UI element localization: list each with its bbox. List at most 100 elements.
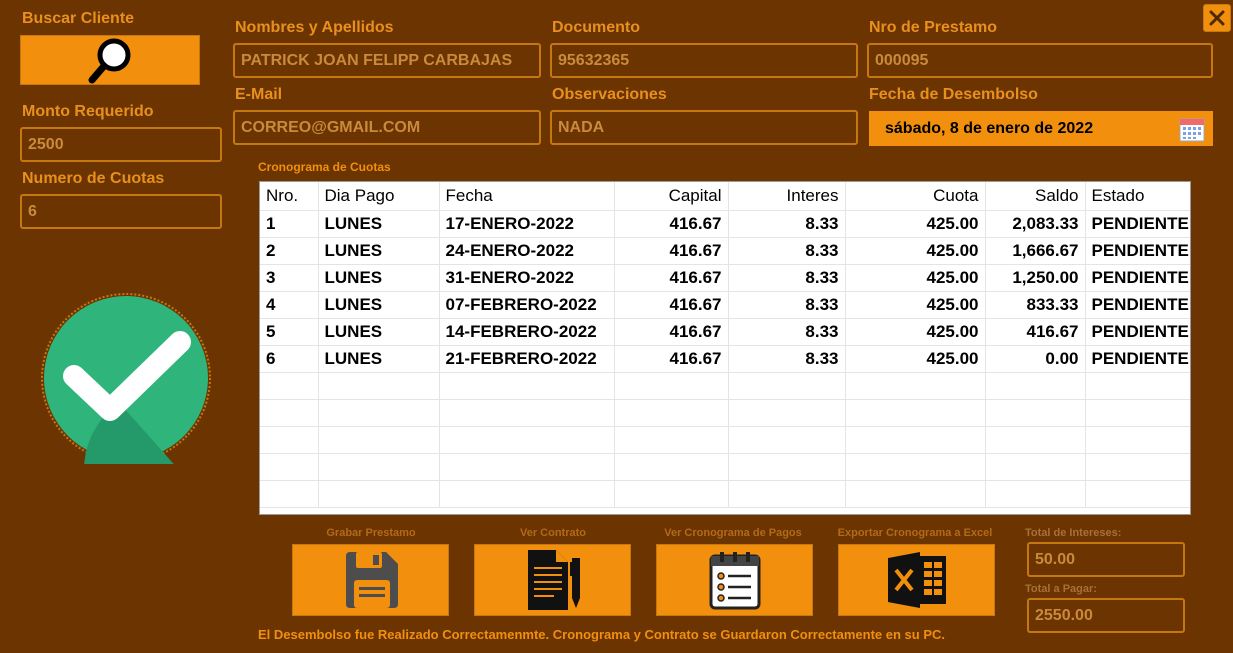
column-header[interactable]: Cuota bbox=[845, 182, 986, 211]
table-row[interactable]: 4 LUNES 07-FEBRERO-2022 416.67 8.33 425.00 833… bbox=[260, 291, 1190, 319]
cell-saldo: 2,083.33 bbox=[985, 210, 1086, 238]
documento-field[interactable]: 95632365 bbox=[550, 43, 858, 78]
cronograma-grid[interactable]: Nro. Dia Pago Fecha Capital Interes Cuot… bbox=[259, 181, 1191, 515]
observaciones-field[interactable]: NADA bbox=[550, 110, 858, 145]
nro-prestamo-field[interactable]: 000095 bbox=[867, 43, 1213, 78]
column-header[interactable]: Saldo bbox=[985, 182, 1086, 211]
column-header[interactable]: Fecha bbox=[439, 182, 615, 211]
email-label: E-Mail bbox=[235, 86, 283, 103]
cell-dia: LUNES bbox=[318, 291, 440, 319]
cell-estado: PENDIENTE bbox=[1085, 291, 1190, 319]
cronograma-title: Cronograma de Cuotas bbox=[258, 160, 391, 174]
cell-dia: LUNES bbox=[318, 345, 440, 373]
grabar-label: Grabar Prestamo bbox=[326, 527, 416, 539]
checklist-calendar-icon bbox=[709, 552, 760, 610]
cell-dia: LUNES bbox=[318, 237, 440, 265]
buscar-cliente-label: Buscar Cliente bbox=[22, 10, 135, 27]
cell-interes: 8.33 bbox=[728, 345, 846, 373]
observaciones-label: Observaciones bbox=[552, 86, 667, 103]
nombres-field[interactable]: PATRICK JOAN FELIPP CARBAJAS bbox=[233, 43, 541, 78]
fecha-desembolso-label: Fecha de Desembolso bbox=[869, 86, 1038, 103]
cell-fecha: 17-ENERO-2022 bbox=[439, 210, 615, 238]
cell-nro: 2 bbox=[260, 237, 319, 265]
nombres-label: Nombres y Apellidos bbox=[235, 19, 394, 36]
fecha-desembolso-picker[interactable]: sábado, 8 de enero de 2022 bbox=[869, 111, 1213, 146]
cell-fecha: 21-FEBRERO-2022 bbox=[439, 345, 615, 373]
cronograma-pagos-label: Ver Cronograma de Pagos bbox=[664, 527, 802, 539]
cell-saldo: 0.00 bbox=[985, 345, 1086, 373]
table-row[interactable]: 6 LUNES 21-FEBRERO-2022 416.67 8.33 425.00 0.0… bbox=[260, 345, 1190, 373]
cell-saldo: 416.67 bbox=[985, 318, 1086, 346]
close-button[interactable] bbox=[1203, 4, 1231, 32]
cell-nro: 6 bbox=[260, 345, 319, 373]
monto-field[interactable]: 2500 bbox=[20, 127, 222, 162]
cell-estado: PENDIENTE bbox=[1085, 318, 1190, 346]
cell-fecha: 14-FEBRERO-2022 bbox=[439, 318, 615, 346]
empty-row bbox=[260, 480, 1190, 508]
cell-interes: 8.33 bbox=[728, 318, 846, 346]
cell-dia: LUNES bbox=[318, 264, 440, 292]
exportar-excel-button[interactable] bbox=[838, 544, 995, 616]
cell-capital: 416.67 bbox=[614, 264, 729, 292]
cell-estado: PENDIENTE bbox=[1085, 345, 1190, 373]
buscar-cliente-button[interactable] bbox=[20, 35, 200, 85]
cell-nro: 3 bbox=[260, 264, 319, 292]
ver-contrato-button[interactable] bbox=[474, 544, 631, 616]
contract-document-icon bbox=[527, 550, 580, 610]
table-row[interactable]: 1 LUNES 17-ENERO-2022 416.67 8.33 425.00 2,083… bbox=[260, 210, 1190, 238]
column-header[interactable]: Dia Pago bbox=[318, 182, 440, 211]
cell-capital: 416.67 bbox=[614, 345, 729, 373]
cell-fecha: 07-FEBRERO-2022 bbox=[439, 291, 615, 319]
cell-fecha: 24-ENERO-2022 bbox=[439, 237, 615, 265]
cell-nro: 4 bbox=[260, 291, 319, 319]
email-field[interactable]: CORREO@GMAIL.COM bbox=[233, 110, 541, 145]
total-pagar-field: 2550.00 bbox=[1027, 598, 1185, 633]
cell-cuota: 425.00 bbox=[845, 291, 986, 319]
cuotas-field[interactable]: 6 bbox=[20, 194, 222, 229]
cell-estado: PENDIENTE bbox=[1085, 264, 1190, 292]
monto-label: Monto Requerido bbox=[22, 103, 154, 120]
ver-cronograma-pagos-button[interactable] bbox=[656, 544, 813, 616]
cell-capital: 416.67 bbox=[614, 237, 729, 265]
status-message: El Desembolso fue Realizado Correctamenm… bbox=[258, 627, 946, 642]
excel-icon bbox=[887, 552, 946, 608]
contrato-label: Ver Contrato bbox=[519, 527, 586, 539]
empty-row bbox=[260, 372, 1190, 400]
cell-capital: 416.67 bbox=[614, 291, 729, 319]
save-icon bbox=[345, 552, 398, 608]
table-row[interactable]: 2 LUNES 24-ENERO-2022 416.67 8.33 425.00 1,666… bbox=[260, 237, 1190, 265]
cell-estado: PENDIENTE bbox=[1085, 210, 1190, 238]
documento-label: Documento bbox=[552, 19, 640, 36]
total-intereses-field: 50.00 bbox=[1027, 542, 1185, 577]
column-header[interactable]: Estado bbox=[1085, 182, 1190, 211]
cell-interes: 8.33 bbox=[728, 237, 846, 265]
cell-cuota: 425.00 bbox=[845, 237, 986, 265]
cell-capital: 416.67 bbox=[614, 318, 729, 346]
cell-saldo: 833.33 bbox=[985, 291, 1086, 319]
fecha-desembolso-value: sábado, 8 de enero de 2022 bbox=[885, 119, 1094, 137]
column-header[interactable]: Interes bbox=[728, 182, 846, 211]
table-row[interactable]: 5 LUNES 14-FEBRERO-2022 416.67 8.33 425.00 416… bbox=[260, 318, 1190, 346]
cell-estado: PENDIENTE bbox=[1085, 237, 1190, 265]
success-check-icon bbox=[41, 293, 211, 464]
cell-cuota: 425.00 bbox=[845, 210, 986, 238]
column-header[interactable]: Nro. bbox=[260, 182, 319, 211]
cell-fecha: 31-ENERO-2022 bbox=[439, 264, 615, 292]
empty-row bbox=[260, 426, 1190, 454]
cell-interes: 8.33 bbox=[728, 264, 846, 292]
cell-saldo: 1,666.67 bbox=[985, 237, 1086, 265]
cell-nro: 5 bbox=[260, 318, 319, 346]
table-row[interactable]: 3 LUNES 31-ENERO-2022 416.67 8.33 425.00 1,250… bbox=[260, 264, 1190, 292]
exportar-label: Exportar Cronograma a Excel bbox=[837, 527, 993, 539]
column-header[interactable]: Capital bbox=[614, 182, 729, 211]
cell-dia: LUNES bbox=[318, 210, 440, 238]
empty-row bbox=[260, 399, 1190, 427]
cell-saldo: 1,250.00 bbox=[985, 264, 1086, 292]
total-pagar-label: Total a Pagar: bbox=[1025, 583, 1097, 595]
cell-interes: 8.33 bbox=[728, 291, 846, 319]
total-intereses-label: Total de Intereses: bbox=[1025, 527, 1122, 539]
calendar-icon[interactable] bbox=[1179, 116, 1205, 142]
cell-capital: 416.67 bbox=[614, 210, 729, 238]
grabar-prestamo-button[interactable] bbox=[292, 544, 449, 616]
cell-cuota: 425.00 bbox=[845, 264, 986, 292]
